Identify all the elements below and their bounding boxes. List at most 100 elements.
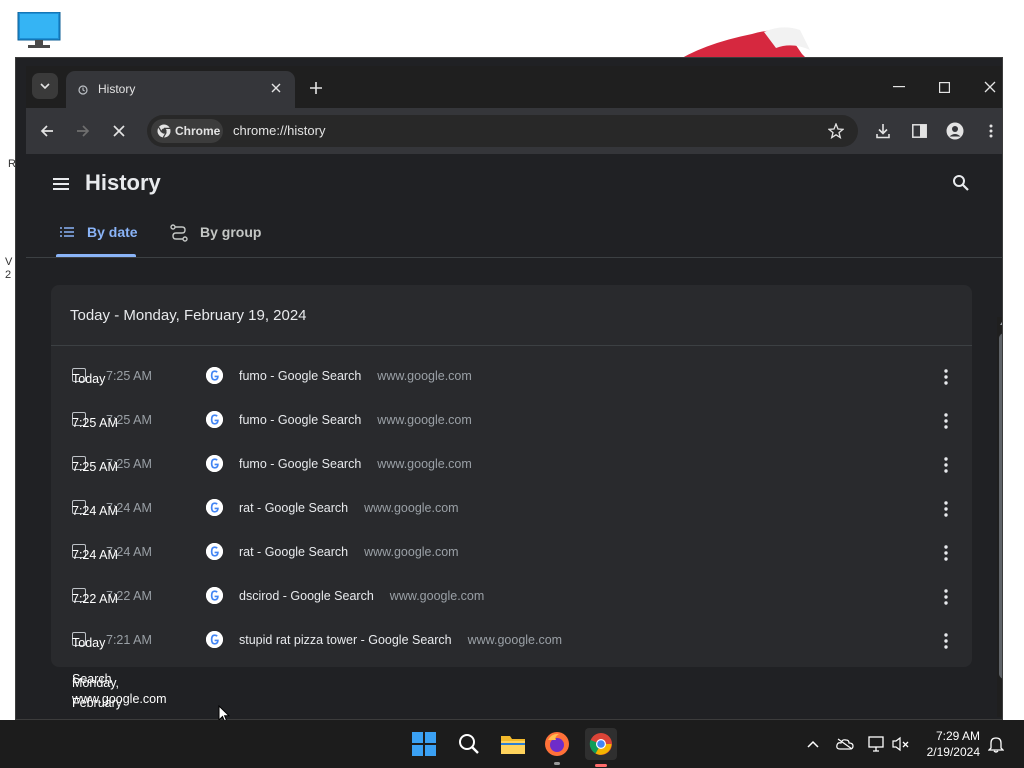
close-icon <box>271 83 281 93</box>
entry-link[interactable]: rat - Google Search www.google.com <box>239 501 459 515</box>
chrome-logo-icon <box>589 733 612 755</box>
network-button[interactable] <box>867 734 887 754</box>
history-clock-icon <box>78 85 88 95</box>
entry-link[interactable]: fumo - Google Search www.google.com <box>239 413 472 427</box>
entry-more-button[interactable] <box>938 587 954 607</box>
google-favicon-icon <box>206 411 223 428</box>
tab-by-date-label: By date <box>87 224 138 240</box>
scroll-up-arrow[interactable] <box>1000 319 1002 325</box>
scrollbar-thumb[interactable] <box>999 333 1002 679</box>
volume-button[interactable] <box>891 734 911 754</box>
entry-more-button[interactable] <box>938 631 954 651</box>
entry-title: dscirod - Google Search <box>239 589 374 603</box>
google-favicon-icon <box>206 367 223 384</box>
site-info-chip[interactable]: Chrome <box>151 119 223 143</box>
overlay-label: 7:22 AM <box>72 592 118 606</box>
page-title: History <box>85 170 161 195</box>
history-entry-row[interactable]: 7:24 AM rat - Google Search www.google.com <box>51 531 972 575</box>
more-vertical-icon <box>944 369 948 385</box>
history-entry-row[interactable]: 7:25 AM fumo - Google Search www.google.co… <box>51 399 972 443</box>
file-explorer-button[interactable] <box>497 728 529 760</box>
tab-history[interactable]: History <box>66 71 295 109</box>
search-icon[interactable] <box>952 174 970 192</box>
downloads-button[interactable] <box>871 119 895 143</box>
entry-more-button[interactable] <box>938 411 954 431</box>
google-favicon-icon <box>206 455 223 472</box>
download-icon <box>876 124 890 139</box>
active-indicator <box>595 764 607 767</box>
network-icon <box>868 736 884 752</box>
show-hidden-icons-button[interactable] <box>803 734 823 754</box>
tab-title: History <box>98 82 136 96</box>
entry-link[interactable]: rat - Google Search www.google.com <box>239 545 459 559</box>
entry-link[interactable]: fumo - Google Search www.google.com <box>239 369 472 383</box>
desktop-monitor-icon[interactable] <box>16 11 62 50</box>
google-favicon-icon <box>206 631 223 648</box>
firefox-icon <box>545 732 569 756</box>
new-tab-button[interactable] <box>306 78 326 98</box>
profile-button[interactable] <box>943 119 967 143</box>
forward-button[interactable] <box>71 119 95 143</box>
history-entry-row[interactable]: 7:22 AM dscirod - Google Search www.google… <box>51 575 972 619</box>
history-entry-row[interactable]: 7:24 AM rat - Google Search www.google.com <box>51 487 972 531</box>
notifications-button[interactable] <box>986 734 1006 754</box>
overlay-label: Today <box>72 636 106 650</box>
speaker-muted-icon <box>892 736 909 752</box>
entry-more-button[interactable] <box>938 367 954 387</box>
onedrive-button[interactable] <box>835 734 855 754</box>
entry-time: 7:21 AM <box>106 633 152 647</box>
chrome-menu-button[interactable] <box>979 119 1002 143</box>
tab-by-date[interactable]: By date <box>59 224 138 258</box>
cloud-offline-icon <box>836 738 854 750</box>
date-header-text: Today - Monday, February 19, 2024 <box>70 307 307 324</box>
scrollbar[interactable] <box>997 317 1002 717</box>
search-button[interactable] <box>453 728 485 760</box>
plus-icon <box>310 82 322 94</box>
history-entry-row[interactable]: 7:25 AM fumo - Google Search www.google.co… <box>51 355 972 399</box>
tab-by-group[interactable]: By group <box>170 224 261 258</box>
hamburger-menu-icon[interactable] <box>51 176 71 192</box>
entry-link[interactable]: dscirod - Google Search www.google.com <box>239 589 484 603</box>
bell-icon <box>988 737 1004 753</box>
tab-search-button[interactable] <box>32 73 58 99</box>
history-header: History By date By group <box>26 154 1002 258</box>
entry-link[interactable]: fumo - Google Search www.google.com <box>239 457 472 471</box>
more-vertical-icon <box>989 124 993 138</box>
tab-close-button[interactable] <box>267 79 285 97</box>
entry-title: fumo - Google Search <box>239 369 362 383</box>
history-card: Today - Monday, February 19, 2024 7:25 A… <box>51 285 972 667</box>
stop-loading-button[interactable] <box>107 119 131 143</box>
entry-link[interactable]: stupid rat pizza tower - Google Search ww… <box>239 633 562 647</box>
entry-title: rat - Google Search <box>239 545 349 559</box>
more-vertical-icon <box>944 413 948 429</box>
close-icon <box>113 125 125 137</box>
date-header: Today - Monday, February 19, 2024 <box>51 285 972 346</box>
start-button[interactable] <box>408 728 440 760</box>
chrome-taskbar-button[interactable] <box>585 728 617 767</box>
window-close-button[interactable] <box>979 76 1001 98</box>
entry-more-button[interactable] <box>938 455 954 475</box>
firefox-button[interactable] <box>541 728 573 765</box>
tab-strip: History <box>26 66 1002 109</box>
clock[interactable]: 7:29 AM 2/19/2024 <box>918 728 980 760</box>
history-entry-row[interactable]: 7:25 AM fumo - Google Search www.google.co… <box>51 443 972 487</box>
maximize-button[interactable] <box>933 76 955 98</box>
minimize-button[interactable] <box>888 76 910 98</box>
overlay-label: 7:24 AM <box>72 504 118 518</box>
bookmark-button[interactable] <box>826 121 846 141</box>
entry-more-button[interactable] <box>938 543 954 563</box>
back-button[interactable] <box>35 119 59 143</box>
more-vertical-icon <box>944 589 948 605</box>
history-entry-row[interactable]: 7:21 AM stupid rat pizza tower - Google S… <box>51 619 972 663</box>
address-bar[interactable]: Chrome chrome://history <box>147 115 858 147</box>
entry-more-button[interactable] <box>938 499 954 519</box>
side-panel-button[interactable] <box>907 119 931 143</box>
site-info-label: Chrome <box>175 124 221 138</box>
side-panel-icon <box>911 124 927 138</box>
chevron-up-icon <box>807 740 819 748</box>
overlay-label: 7:24 AM <box>72 548 118 562</box>
more-vertical-icon <box>944 457 948 473</box>
url-text[interactable]: chrome://history <box>233 123 325 138</box>
star-icon <box>828 123 844 139</box>
close-icon <box>984 81 996 93</box>
